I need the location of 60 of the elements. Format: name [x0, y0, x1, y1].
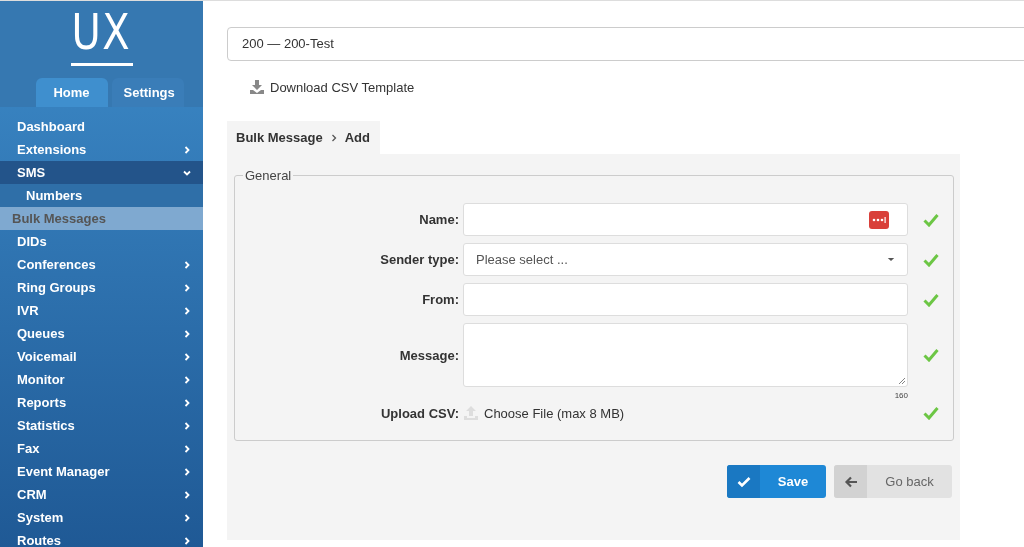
- fieldset-legend: General: [243, 168, 294, 183]
- logo: UX: [71, 5, 132, 59]
- chevron-icon: [182, 489, 192, 500]
- sidebar-item[interactable]: Reports: [0, 391, 203, 414]
- sidebar-item[interactable]: Fax: [0, 437, 203, 460]
- chevron-icon: [182, 420, 192, 431]
- sidebar-subitem[interactable]: Numbers: [0, 184, 203, 207]
- character-counter: 160: [894, 391, 908, 400]
- chevron-icon: [182, 282, 192, 293]
- password-manager-icon: [869, 210, 889, 229]
- sidebar-item[interactable]: Statistics: [0, 414, 203, 437]
- sidebar-item[interactable]: Monitor: [0, 368, 203, 391]
- caret-icon: [887, 257, 895, 262]
- choose-file-button[interactable]: Choose File (max 8 MB): [484, 405, 625, 421]
- chevron-icon: [182, 305, 192, 316]
- chevron-icon: [182, 328, 192, 339]
- sidebar-tab[interactable]: Home: [35, 78, 108, 107]
- chevron-icon: [182, 466, 192, 477]
- field-label: Sender type:: [379, 252, 460, 267]
- sidebar-item[interactable]: Queues: [0, 322, 203, 345]
- arrow-left-icon: [843, 475, 858, 488]
- sidebar-item[interactable]: Extensions: [0, 138, 203, 161]
- field-label: From:: [421, 292, 460, 307]
- field-label: Message:: [398, 347, 460, 363]
- chevron-icon: [182, 397, 192, 408]
- resize-grip-icon: [898, 377, 906, 385]
- select-field[interactable]: Please select ...: [463, 243, 908, 276]
- text-field[interactable]: [463, 283, 908, 316]
- field-label: Name:: [418, 212, 460, 227]
- save-button[interactable]: Save: [727, 465, 826, 498]
- chevron-icon: [182, 512, 192, 523]
- sidebar-item[interactable]: System: [0, 506, 203, 529]
- chevron-icon: [182, 374, 192, 385]
- sidebar-item[interactable]: CRM: [0, 483, 203, 506]
- chevron-icon: [182, 259, 192, 270]
- chevron-icon: [182, 351, 192, 362]
- field-label: Upload CSV:: [380, 405, 460, 421]
- sidebar-item[interactable]: Ring Groups: [0, 276, 203, 299]
- sidebar-item[interactable]: SMS: [0, 161, 203, 184]
- chevron-icon: [182, 144, 192, 155]
- back-button[interactable]: Go back: [834, 465, 952, 498]
- breadcrumb-item: Add: [344, 130, 370, 145]
- check-icon: [736, 475, 751, 488]
- chevron-icon: [182, 535, 192, 546]
- download-link[interactable]: Download CSV Template: [249, 79, 1024, 95]
- sidebar-subitem[interactable]: Bulk Messages: [0, 207, 203, 230]
- sidebar-item[interactable]: Dashboard: [0, 115, 203, 138]
- sidebar-item[interactable]: Event Manager: [0, 460, 203, 483]
- download-icon: [249, 79, 265, 95]
- text-field[interactable]: [463, 203, 908, 236]
- breadcrumb-item[interactable]: Bulk Message: [236, 130, 323, 145]
- message-textarea[interactable]: [463, 323, 908, 387]
- sidebar-item[interactable]: IVR: [0, 299, 203, 322]
- chevron-icon: [182, 443, 192, 454]
- sidebar-item[interactable]: Voicemail: [0, 345, 203, 368]
- tenant-select[interactable]: 200 — 200-Test: [227, 27, 1024, 61]
- sidebar-tab[interactable]: Settings: [111, 78, 184, 107]
- sidebar-item[interactable]: DIDs: [0, 230, 203, 253]
- sidebar-item[interactable]: Conferences: [0, 253, 203, 276]
- sidebar-item[interactable]: Routes: [0, 529, 203, 547]
